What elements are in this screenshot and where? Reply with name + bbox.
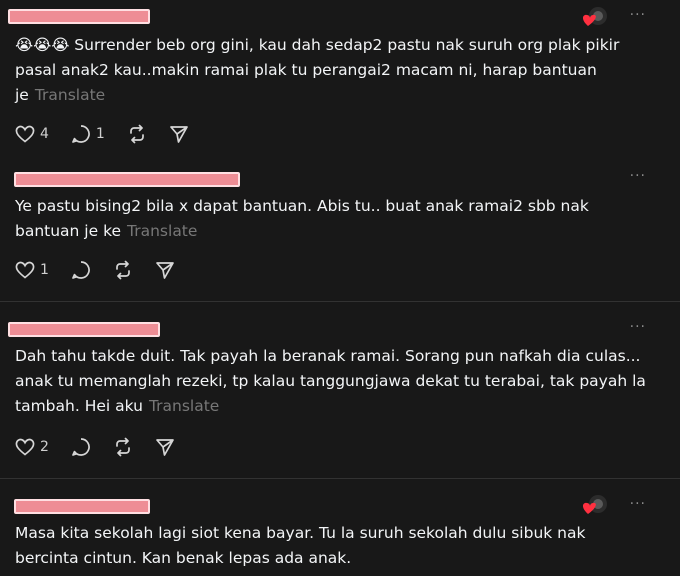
reply-text: Ye pastu bising2 bila x dapat bantuan. A…: [15, 194, 650, 244]
translate-link[interactable]: Translate: [35, 86, 105, 104]
heart-outline-icon: [15, 438, 35, 456]
repost-button[interactable]: [113, 437, 133, 457]
reply-text: Masa kita sekolah lagi siot kena bayar. …: [15, 521, 650, 571]
reply-text: 😭😭😭 Surrender beb org gini, kau dah seda…: [15, 33, 650, 108]
redacted-username: [8, 9, 150, 24]
like-button[interactable]: 1: [15, 261, 49, 279]
translate-link[interactable]: Translate: [127, 222, 197, 240]
repost-icon: [116, 437, 130, 457]
reply-post-4: ··· Masa kita sekolah lagi siot kena bay…: [0, 479, 680, 576]
reply-body: Ye pastu bising2 bila x dapat bantuan. A…: [15, 197, 589, 240]
send-paper-plane-icon: [169, 126, 188, 143]
like-button[interactable]: 2: [15, 438, 49, 456]
like-count: 2: [40, 439, 49, 455]
reply-body: Masa kita sekolah lagi siot kena bayar. …: [15, 524, 586, 567]
like-count: 1: [40, 262, 49, 278]
action-bar: 4 1: [15, 123, 211, 145]
reply-button[interactable]: [71, 437, 91, 457]
more-options-button[interactable]: ···: [630, 169, 646, 183]
replies-feed: ··· 😭😭😭 Surrender beb org gini, kau dah …: [0, 0, 680, 576]
repost-icon: [129, 124, 144, 144]
reply-post-1: ··· 😭😭😭 Surrender beb org gini, kau dah …: [0, 0, 680, 160]
send-paper-plane-icon: [156, 439, 174, 456]
action-bar: 2: [15, 436, 197, 458]
share-button[interactable]: [155, 260, 175, 280]
reply-body: Dah tahu takde duit. Tak payah la berana…: [15, 347, 646, 415]
heart-outline-icon: [15, 261, 35, 279]
more-options-button[interactable]: ···: [630, 320, 646, 334]
redacted-username: [14, 172, 240, 187]
translate-link[interactable]: Translate: [149, 397, 219, 415]
redacted-username: [8, 322, 160, 337]
repost-button[interactable]: [127, 124, 147, 144]
comment-bubble-icon: [72, 261, 90, 279]
repost-icon: [116, 260, 130, 280]
reply-button[interactable]: 1: [71, 124, 105, 144]
liked-by-author-icon: [582, 7, 607, 26]
repost-button[interactable]: [113, 260, 133, 280]
reply-button[interactable]: [71, 260, 91, 280]
redacted-username: [14, 499, 150, 514]
liked-by-author-icon: [582, 495, 607, 514]
comment-bubble-icon: [72, 438, 90, 456]
action-bar: 1: [15, 259, 197, 281]
share-button[interactable]: [169, 124, 189, 144]
reply-count: 1: [95, 126, 105, 142]
heart-outline-icon: [15, 125, 35, 143]
like-count: 4: [40, 126, 49, 142]
comment-bubble-icon: [72, 125, 90, 143]
crying-emoji-row: 😭😭😭: [15, 36, 70, 54]
send-paper-plane-icon: [156, 262, 174, 279]
reply-post-3: ··· Dah tahu takde duit. Tak payah la be…: [0, 302, 680, 479]
like-button[interactable]: 4: [15, 125, 49, 143]
reply-body: Surrender beb org gini, kau dah sedap2 p…: [15, 36, 620, 104]
more-options-button[interactable]: ···: [630, 8, 646, 22]
reply-text: Dah tahu takde duit. Tak payah la berana…: [15, 344, 650, 419]
reply-post-2: ··· Ye pastu bising2 bila x dapat bantua…: [0, 160, 680, 302]
share-button[interactable]: [155, 437, 175, 457]
more-options-button[interactable]: ···: [630, 497, 646, 511]
